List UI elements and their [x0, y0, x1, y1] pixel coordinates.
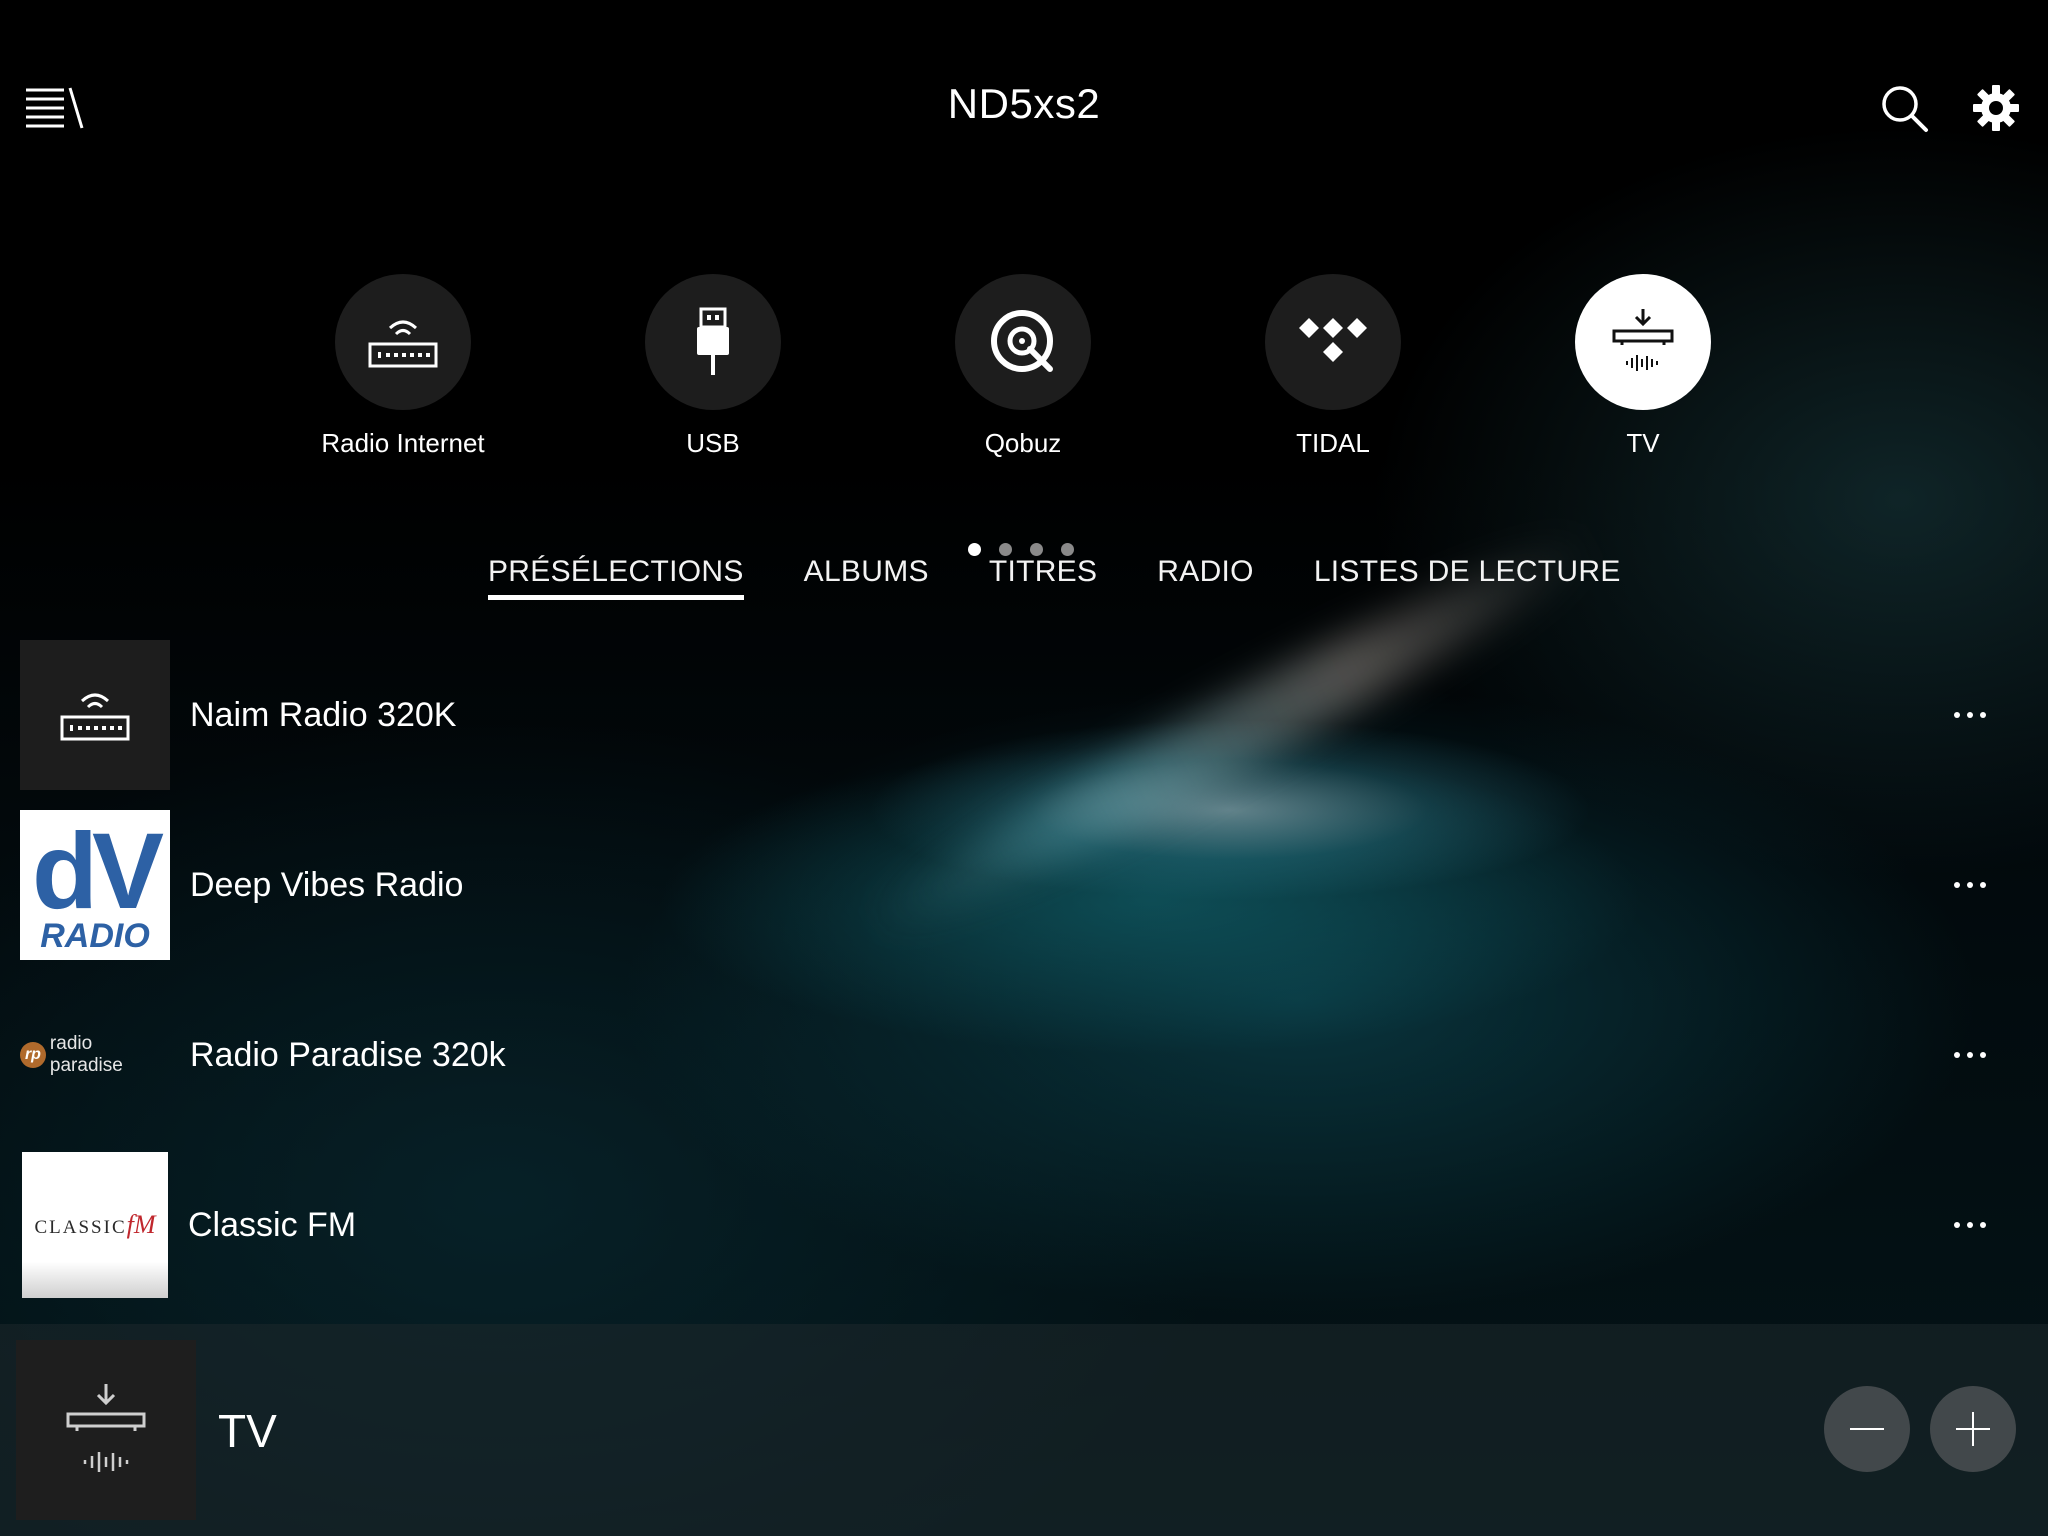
preset-name: Naim Radio 320K — [190, 695, 457, 734]
preset-list: Naim Radio 320K dV RADIO Deep Vibes Radi… — [0, 0, 2048, 1536]
preset-thumbnail: CLASSICfM — [22, 1152, 168, 1298]
preset-name: Deep Vibes Radio — [190, 865, 464, 904]
more-options-button[interactable] — [1940, 1205, 2000, 1245]
now-playing-artwork — [16, 1340, 196, 1520]
list-item[interactable]: dV RADIO Deep Vibes Radio — [20, 810, 2020, 960]
more-options-button[interactable] — [1940, 865, 2000, 905]
more-options-button[interactable] — [1940, 1035, 2000, 1075]
now-playing-title: TV — [218, 1405, 277, 1457]
volume-up-button[interactable] — [1930, 1386, 2016, 1472]
preset-thumbnail: dV RADIO — [20, 810, 170, 960]
radio-paradise-badge: rp — [20, 1042, 46, 1068]
list-item[interactable]: Naim Radio 320K — [20, 640, 2020, 790]
classic-fm-logo-text: CLASSIC — [34, 1217, 127, 1238]
preset-thumbnail — [20, 640, 170, 790]
more-options-button[interactable] — [1940, 695, 2000, 735]
classic-fm-logo: CLASSICfM — [34, 1210, 155, 1240]
preset-name: Classic FM — [188, 1205, 357, 1244]
preset-thumbnail: rp radio paradise — [20, 980, 170, 1130]
now-playing-bar[interactable]: TV — [0, 1324, 2048, 1536]
classic-fm-logo-accent: fM — [126, 1210, 156, 1239]
plus-icon — [1956, 1412, 1990, 1446]
list-item[interactable]: CLASSICfM Classic FM — [20, 1150, 2020, 1300]
radio-paradise-logo: rp radio paradise — [20, 1033, 170, 1077]
preset-name: Radio Paradise 320k — [190, 1035, 506, 1074]
deep-vibes-logo: dV — [31, 810, 164, 932]
volume-down-button[interactable] — [1824, 1386, 1910, 1472]
minus-icon — [1850, 1428, 1884, 1430]
radio-paradise-logo-text: radio paradise — [49, 1033, 123, 1076]
router-wifi-icon — [60, 693, 130, 741]
list-item[interactable]: rp radio paradise Radio Paradise 320k — [20, 980, 2020, 1130]
tv-input-icon — [66, 1384, 146, 1472]
deep-vibes-logo-radio: RADIO — [40, 916, 150, 955]
